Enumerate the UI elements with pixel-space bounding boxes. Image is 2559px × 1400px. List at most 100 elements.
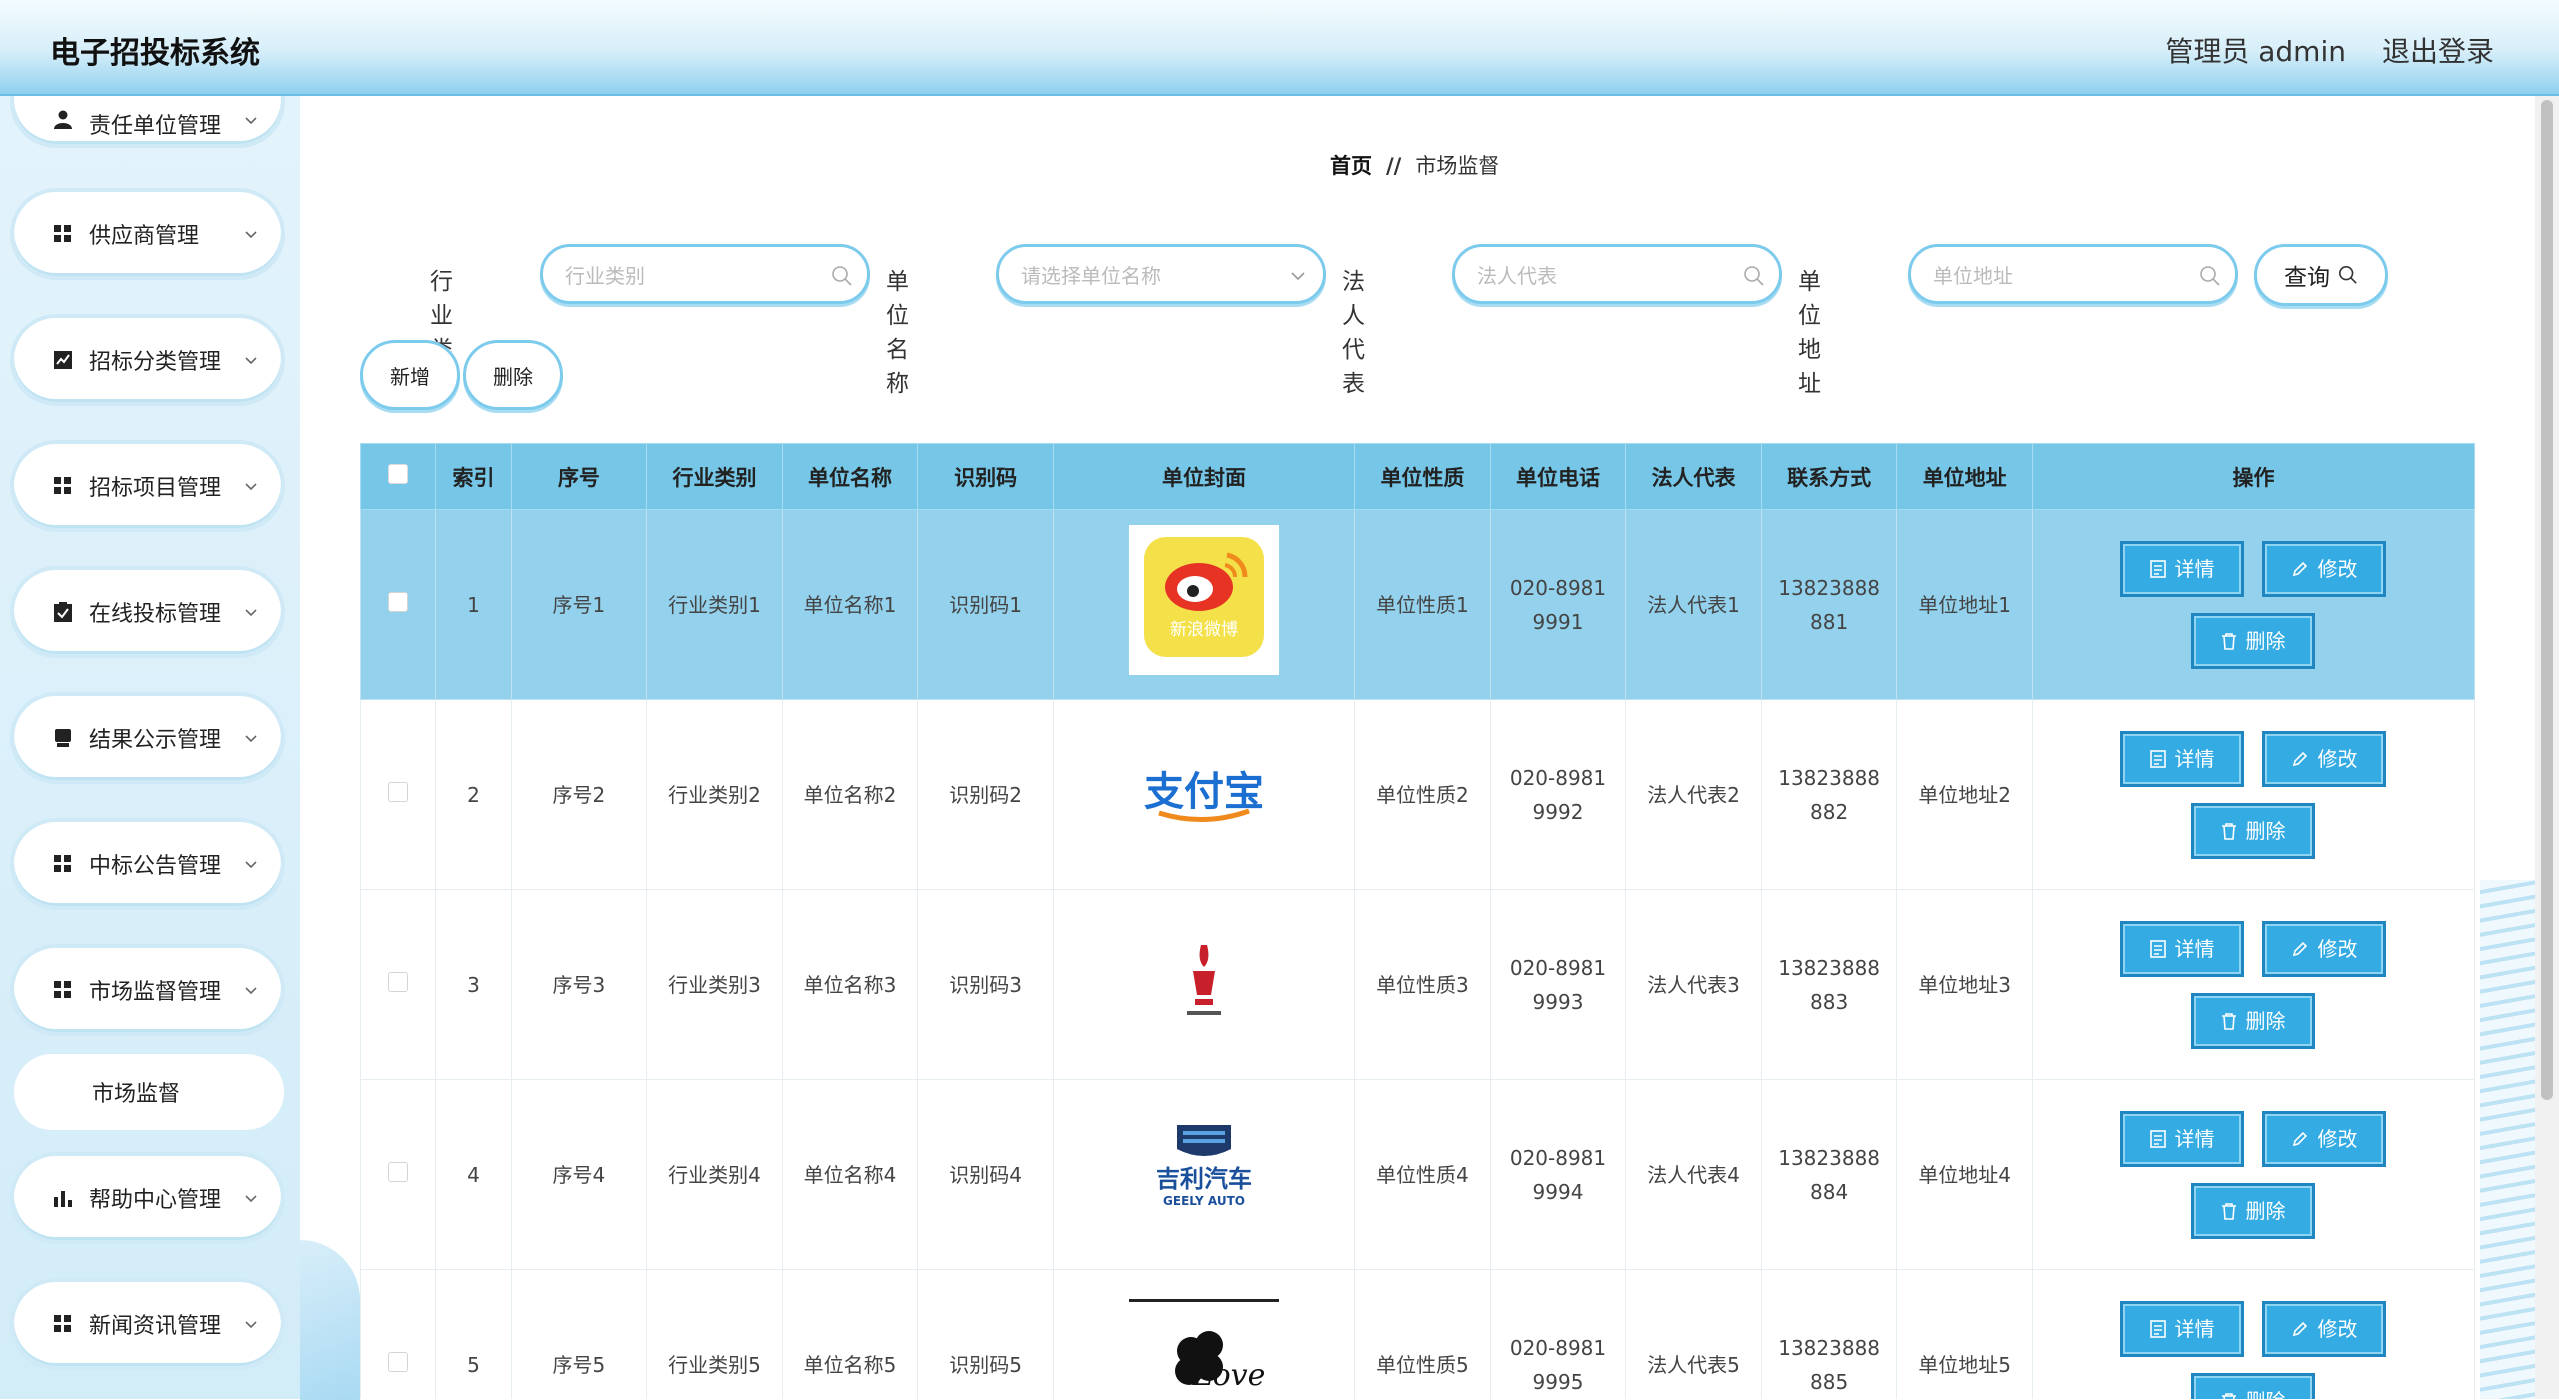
cell-contact: 13823888 884 — [1760, 1079, 1898, 1270]
table-row[interactable]: 3 序号3 行业类别3 单位名称3 识别码3 单位性质3 020-8981 99… — [360, 889, 2475, 1080]
sidebar-item-news[interactable]: 新闻资讯管理 — [10, 1278, 285, 1370]
table-row[interactable]: 2 序号2 行业类别2 单位名称2 识别码2 支付宝 单位性质2 020-898… — [360, 699, 2475, 890]
cell-contact: 13823888 885 — [1760, 1269, 1898, 1399]
sidebar-item-bid-category[interactable]: 招标分类管理 — [10, 314, 285, 406]
grid-icon — [52, 1313, 74, 1335]
detail-button[interactable]: 详情 — [2120, 540, 2245, 597]
cell-code: 识别码3 — [917, 889, 1054, 1080]
row-delete-button[interactable]: 删除 — [2191, 1182, 2316, 1239]
cell-legal: 法人代表2 — [1625, 699, 1762, 890]
sidebar-item-label: 结果公示管理 — [89, 728, 222, 753]
document-icon — [2150, 939, 2167, 958]
edit-button[interactable]: 修改 — [2262, 540, 2387, 597]
cell-phone: 020-8981 9991 — [1489, 509, 1627, 700]
vertical-scrollbar[interactable] — [2535, 96, 2559, 1399]
column-header: 单位封面 — [1052, 443, 1356, 510]
industry-search-input[interactable]: 行业类别 — [540, 244, 870, 304]
scrollbar-thumb[interactable] — [2541, 100, 2553, 1100]
delete-button[interactable]: 删除 — [463, 340, 563, 410]
row-delete-button[interactable]: 删除 — [2191, 992, 2316, 1049]
detail-button[interactable]: 详情 — [2120, 920, 2245, 977]
search-icon — [1744, 266, 1764, 286]
row-checkbox[interactable] — [388, 781, 409, 802]
cell-industry: 行业类别2 — [646, 699, 783, 890]
row-checkbox[interactable] — [388, 591, 409, 612]
cell-contact: 13823888 881 — [1760, 509, 1898, 700]
row-delete-button[interactable]: 删除 — [2191, 1372, 2316, 1399]
query-button[interactable]: 查询 — [2254, 244, 2388, 306]
unit-name-select[interactable]: 请选择单位名称 — [996, 244, 1326, 304]
breadcrumb-home[interactable]: 首页 — [1330, 154, 1372, 178]
geely-logo: 吉利汽车 GEELY AUTO — [1129, 1095, 1279, 1245]
cell-index: 4 — [435, 1079, 512, 1270]
current-user[interactable]: 管理员 admin — [2165, 30, 2346, 70]
cell-industry: 行业类别1 — [646, 509, 783, 700]
sidebar: 责任单位管理 供应商管理 招标分类管理 招标项目管理 在线投标管理 结果公示管理… — [0, 96, 300, 1399]
detail-button[interactable]: 详情 — [2120, 1110, 2245, 1167]
sidebar-item-bid-project[interactable]: 招标项目管理 — [10, 440, 285, 532]
row-select-cell — [360, 1269, 437, 1399]
detail-button[interactable]: 详情 — [2120, 730, 2245, 787]
breadcrumb: 首页 // 市场监督 — [1330, 150, 1499, 180]
edit-button[interactable]: 修改 — [2262, 1110, 2387, 1167]
cell-legal: 法人代表1 — [1625, 509, 1762, 700]
row-checkbox[interactable] — [388, 1161, 409, 1182]
cell-seq: 序号2 — [510, 699, 648, 890]
trash-icon — [2222, 1392, 2237, 1399]
sidebar-item-supplier[interactable]: 供应商管理 — [10, 188, 285, 280]
sidebar-item-responsible-unit[interactable]: 责任单位管理 — [10, 96, 285, 148]
sidebar-item-help-center[interactable]: 帮助中心管理 — [10, 1152, 285, 1244]
clipboard-icon — [52, 601, 74, 623]
detail-label: 详情 — [2174, 1316, 2215, 1341]
logout-link[interactable]: 退出登录 — [2382, 30, 2494, 70]
cell-logo: 吉利汽车 GEELY AUTO — [1052, 1079, 1356, 1270]
cell-nature: 单位性质1 — [1354, 509, 1491, 700]
cell-address: 单位地址4 — [1896, 1079, 2033, 1270]
sidebar-item-result-notice[interactable]: 结果公示管理 — [10, 692, 285, 784]
cell-address: 单位地址2 — [1896, 699, 2033, 890]
chart-icon — [52, 349, 74, 371]
grid-icon — [52, 979, 74, 1001]
cell-code: 识别码2 — [917, 699, 1054, 890]
column-header: 法人代表 — [1625, 443, 1762, 510]
sidebar-item-award-notice[interactable]: 中标公告管理 — [10, 818, 285, 910]
select-all-checkbox[interactable] — [388, 464, 409, 484]
edit-button[interactable]: 修改 — [2262, 920, 2387, 977]
legal-rep-search-input[interactable]: 法人代表 — [1452, 244, 1782, 304]
cell-legal: 法人代表5 — [1625, 1269, 1762, 1399]
cell-phone: 020-8981 9992 — [1489, 699, 1627, 890]
top-header: 电子招投标系统 管理员 admin 退出登录 — [0, 0, 2559, 96]
chevron-down-icon — [245, 1321, 257, 1329]
document-icon — [2150, 749, 2167, 768]
search-icon — [832, 266, 852, 286]
add-button[interactable]: 新增 — [360, 340, 460, 410]
sidebar-item-online-bid[interactable]: 在线投标管理 — [10, 566, 285, 658]
edit-icon — [2293, 1321, 2308, 1336]
edit-label: 修改 — [2317, 1126, 2358, 1151]
address-search-input[interactable]: 单位地址 — [1908, 244, 2238, 304]
column-header: 联系方式 — [1760, 443, 1898, 510]
edit-label: 修改 — [2317, 1316, 2358, 1341]
table-row[interactable]: 5 序号5 行业类别5 单位名称5 识别码5 Love 单位性质5 020-89… — [360, 1269, 2475, 1399]
column-header: 单位地址 — [1896, 443, 2033, 510]
detail-button[interactable]: 详情 — [2120, 1300, 2245, 1357]
chevron-down-icon — [245, 117, 257, 125]
input-placeholder: 法人代表 — [1477, 263, 1557, 288]
row-checkbox[interactable] — [388, 1351, 409, 1372]
chevron-down-icon — [245, 987, 257, 995]
submenu-item-market-supervision[interactable]: 市场监督 — [14, 1054, 284, 1130]
edit-button[interactable]: 修改 — [2262, 730, 2387, 787]
delete-label: 删除 — [2245, 818, 2286, 843]
row-checkbox[interactable] — [388, 971, 409, 992]
column-header: 行业类别 — [646, 443, 783, 510]
edit-icon — [2293, 751, 2308, 766]
row-delete-button[interactable]: 删除 — [2191, 612, 2316, 669]
cell-phone: 020-8981 9995 — [1489, 1269, 1627, 1399]
column-header: 单位电话 — [1489, 443, 1627, 510]
sidebar-item-market-supervision[interactable]: 市场监督管理 — [10, 944, 285, 1036]
cell-operations: 详情 修改 删除 — [2031, 889, 2475, 1080]
table-row[interactable]: 1 序号1 行业类别1 单位名称1 识别码1 新浪微博 单位性质1 020-89… — [360, 509, 2475, 700]
table-row[interactable]: 4 序号4 行业类别4 单位名称4 识别码4 吉利汽车 GEELY AUTO 单… — [360, 1079, 2475, 1270]
row-delete-button[interactable]: 删除 — [2191, 802, 2316, 859]
edit-button[interactable]: 修改 — [2262, 1300, 2387, 1357]
